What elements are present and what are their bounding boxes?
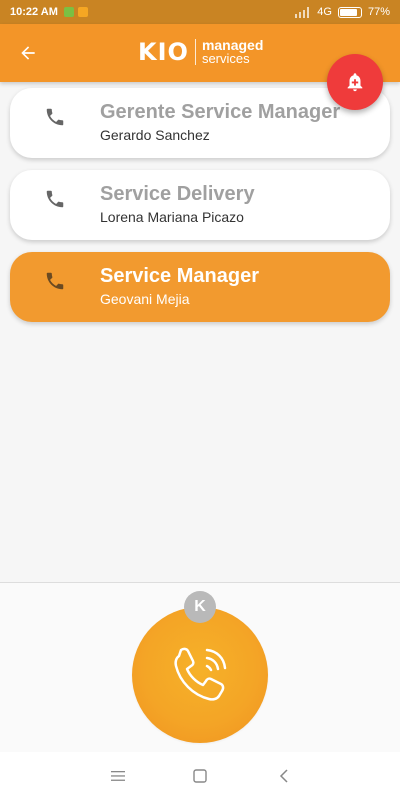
user-badge: K [184,591,216,623]
contact-card-selected[interactable]: Service Manager Geovani Mejia [10,252,390,322]
call-button[interactable] [132,607,268,743]
status-bar: 10:22 AM 4G 77% [0,0,400,24]
phone-icon [46,272,64,290]
app-notification-icon [77,7,88,17]
system-nav-bar [0,752,400,800]
phone-icon [46,190,64,208]
add-alert-button[interactable] [327,54,383,110]
logo-text: managed services [201,38,263,66]
contact-name: Gerardo Sanchez [100,127,210,143]
nav-home-button[interactable] [190,766,210,786]
battery-icon [337,6,362,18]
nav-menu-button[interactable] [108,766,128,786]
battery-fill [339,8,357,16]
chevron-left-icon [279,769,288,783]
contact-role: Gerente Service Manager [100,101,341,123]
phone-ringing-icon [174,647,227,701]
status-time: 10:22 AM [10,6,58,18]
arrow-left-icon [21,46,35,60]
logo-line2: services [201,51,250,66]
network-type: 4G [317,6,332,18]
contact-role: Service Delivery [100,183,255,205]
contact-card[interactable]: Service Delivery Lorena Mariana Picazo [10,170,390,240]
back-button[interactable] [14,39,42,67]
square-icon [193,769,207,783]
signal-icon [295,6,310,18]
contact-role: Service Manager [100,265,259,287]
menu-icon [111,771,125,781]
bell-plus-icon [347,73,363,92]
phone-icon [46,108,64,126]
contact-list: Gerente Service Manager Gerardo Sanchez … [10,88,390,334]
contact-name: Lorena Mariana Picazo [100,209,244,225]
brand-logo: KIO managed services [138,36,263,68]
logo-divider [194,39,196,65]
app-notification-icon [63,7,74,17]
status-right: 4G 77% [295,6,390,18]
contact-name: Geovani Mejia [100,291,190,307]
battery-percent: 77% [367,6,390,18]
nav-back-button[interactable] [274,766,294,786]
notification-icons [63,7,88,17]
logo-mark: KIO [138,38,189,66]
